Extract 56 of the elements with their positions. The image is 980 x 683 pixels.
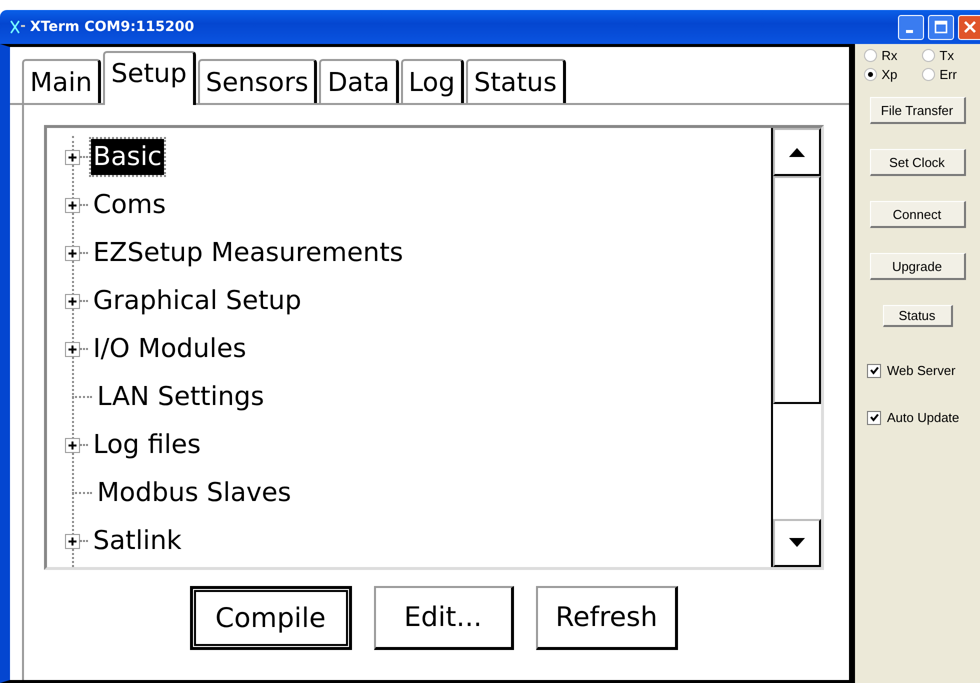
checkbox-label: Web Server	[887, 363, 956, 378]
tree-item[interactable]: Coms	[91, 187, 168, 223]
radio-label: Tx	[940, 48, 954, 63]
tree-item[interactable]: Graphical Setup	[91, 283, 304, 319]
tree-item[interactable]: Modbus Slaves	[95, 475, 294, 511]
window-title: XTerm COM9:115200	[30, 19, 194, 35]
radio-button[interactable]	[864, 68, 876, 81]
expand-icon[interactable]	[65, 534, 80, 548]
tree-item[interactable]: EZSetup Measurements	[91, 235, 406, 271]
expand-icon[interactable]	[65, 438, 80, 452]
radio-label: Xp	[882, 67, 898, 82]
tab[interactable]: Main	[22, 59, 102, 103]
tab[interactable]: Log	[400, 59, 464, 103]
radio-label: Err	[940, 67, 957, 82]
tab[interactable]: Sensors	[198, 59, 318, 103]
checkbox-label: Auto Update	[887, 410, 960, 425]
scroll-thumb[interactable]	[773, 176, 821, 404]
down-triangle-icon	[787, 537, 807, 549]
scroll-up-button[interactable]	[773, 128, 821, 176]
tab[interactable]: Data	[319, 59, 399, 103]
app-logo-icon	[10, 20, 26, 34]
tree-item[interactable]: Log files	[91, 427, 203, 463]
close-icon	[962, 20, 976, 34]
scroll-down-button[interactable]	[773, 519, 821, 567]
action-button[interactable]: Refresh	[536, 586, 678, 650]
action-button[interactable]: Edit...	[374, 586, 514, 650]
tree-item[interactable]: Basic	[91, 139, 164, 175]
scrollbar[interactable]	[771, 128, 821, 567]
side-button[interactable]: Status	[882, 305, 952, 327]
tree-item[interactable]: I/O Modules	[91, 331, 248, 367]
expand-icon[interactable]	[65, 246, 80, 260]
radio-button[interactable]	[922, 49, 934, 62]
side-button[interactable]: File Transfer	[870, 97, 966, 124]
radio-label: Rx	[882, 48, 898, 63]
tab[interactable]: Status	[466, 59, 566, 103]
radio-button[interactable]	[864, 49, 876, 62]
minimize-button[interactable]	[898, 14, 924, 40]
side-button[interactable]: Connect	[870, 201, 966, 228]
side-button[interactable]: Upgrade	[870, 253, 966, 280]
radio-button[interactable]	[922, 68, 934, 81]
close-button[interactable]	[958, 14, 980, 40]
checkbox[interactable]	[867, 410, 881, 424]
minimize-icon	[906, 30, 913, 32]
side-button[interactable]: Set Clock	[870, 149, 966, 176]
maximize-icon	[934, 20, 948, 34]
expand-icon[interactable]	[65, 198, 80, 212]
tree-item[interactable]: LAN Settings	[95, 379, 266, 415]
action-button[interactable]: Compile	[190, 586, 352, 650]
expand-icon[interactable]	[65, 150, 80, 164]
checkbox[interactable]	[867, 364, 881, 378]
expand-icon[interactable]	[65, 294, 80, 308]
maximize-button[interactable]	[928, 14, 954, 40]
expand-icon[interactable]	[65, 342, 80, 356]
up-triangle-icon	[787, 146, 807, 158]
tab[interactable]: Setup	[103, 51, 196, 105]
tree-item[interactable]: Satlink	[91, 523, 184, 559]
